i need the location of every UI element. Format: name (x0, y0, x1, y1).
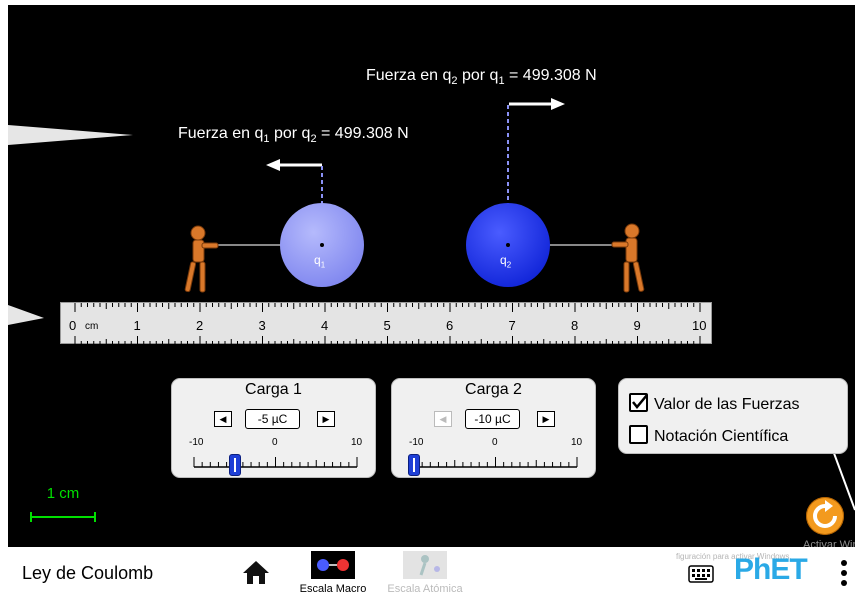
ruler[interactable]: cm 0 1 2 3 4 5 6 7 8 9 10 (60, 302, 712, 345)
ruler-label: 5 (383, 318, 391, 333)
ruler-label: 9 (633, 318, 641, 333)
ruler-label: 10 (692, 318, 707, 333)
macro-charges-icon (317, 559, 349, 571)
scale-label: 1 cm (46, 485, 80, 502)
charge2-title: Carga 2 (465, 381, 522, 398)
reset-all-button[interactable] (806, 497, 844, 535)
charge1-slider-thumb[interactable] (228, 454, 241, 476)
sci-notation-option[interactable]: Notación Científica (629, 425, 788, 446)
ruler-label: 2 (196, 318, 204, 333)
force-arrow-q2 (509, 98, 565, 110)
ruler-label: 4 (321, 318, 329, 333)
scale-bar (30, 512, 96, 522)
charge1-increment-button[interactable]: ▶ (317, 411, 335, 427)
charge2-increment-button[interactable]: ▶ (537, 411, 555, 427)
navigation-bar: Ley de Coulomb Escala Macro Escala Atómi… (8, 547, 855, 599)
charge1-decrement-button[interactable]: ◀ (214, 411, 232, 427)
activation-watermark-title: Activar Windo (803, 539, 855, 547)
pusher-figure-right (611, 223, 645, 293)
sci-notation-label: Notación Científica (654, 428, 789, 445)
sim-title: Ley de Coulomb (22, 563, 154, 583)
phet-logo[interactable]: PhET (734, 553, 808, 587)
charge2-panel: Carga 2 ◀ -10 µC ▶ -10 0 10 (391, 378, 596, 478)
scale-indicator: 1 cm (30, 485, 96, 524)
charge-q1-label: q1 (314, 253, 325, 269)
screen-atomic-button[interactable]: Escala Atómica (383, 549, 463, 597)
sim-area: Fuerza en q1 por q2 = 499.308 N Fuerza e… (8, 5, 855, 547)
screen-macro-button[interactable]: Escala Macro (293, 549, 373, 597)
charge1-value: -5 µC (245, 409, 300, 429)
force-values-label: Valor de las Fuerzas (654, 396, 800, 413)
force-values-option[interactable]: Valor de las Fuerzas (629, 393, 800, 414)
charge2-decrement-button[interactable]: ◀ (434, 411, 452, 427)
ruler-label: 7 (508, 318, 516, 333)
charge-q2-label-sub: 2 (506, 260, 512, 270)
charge1-panel: Carga 1 ◀ -5 µC ▶ -10 0 10 (171, 378, 376, 478)
charge-q2-label-letter: q (500, 253, 507, 267)
screen-atomic-icon (403, 551, 447, 579)
charge1-slider-track[interactable] (172, 447, 377, 477)
pusher-figure-left (184, 225, 219, 293)
ruler-unit: cm (85, 321, 99, 332)
phet-logo-text: PhET (734, 553, 808, 586)
charge-q1-label-sub: 1 (320, 260, 326, 270)
ruler-label: 6 (446, 318, 454, 333)
ruler-label: 3 (258, 318, 266, 333)
charge2-value: -10 µC (465, 409, 520, 429)
charges-scene (184, 98, 645, 293)
screen-macro-label: Escala Macro (299, 583, 367, 595)
charge-q2-label: q2 (500, 253, 511, 269)
ruler-label: 1 (133, 318, 141, 333)
checkmark-icon (632, 395, 646, 409)
screen-atomic-label: Escala Atómica (387, 583, 463, 595)
ruler-label: 8 (571, 318, 579, 333)
more-options-icon[interactable] (839, 559, 849, 589)
home-icon[interactable] (242, 559, 270, 585)
reset-icon (813, 500, 837, 528)
charge2-slider-track[interactable] (392, 447, 597, 477)
force-values-checkbox[interactable] (629, 393, 648, 412)
charge2-slider-thumb[interactable] (408, 454, 420, 476)
sci-notation-checkbox[interactable] (629, 425, 648, 444)
keyboard-icon[interactable] (688, 565, 714, 583)
charge-q1-label-letter: q (314, 253, 321, 267)
screen-macro-icon (311, 551, 355, 579)
charge1-title: Carga 1 (245, 381, 302, 398)
options-panel: Valor de las Fuerzas Notación Científica (618, 378, 848, 454)
force-arrow-q1 (266, 159, 322, 171)
atomic-figure-icon (419, 555, 440, 576)
ruler-label: 0 (69, 318, 77, 333)
